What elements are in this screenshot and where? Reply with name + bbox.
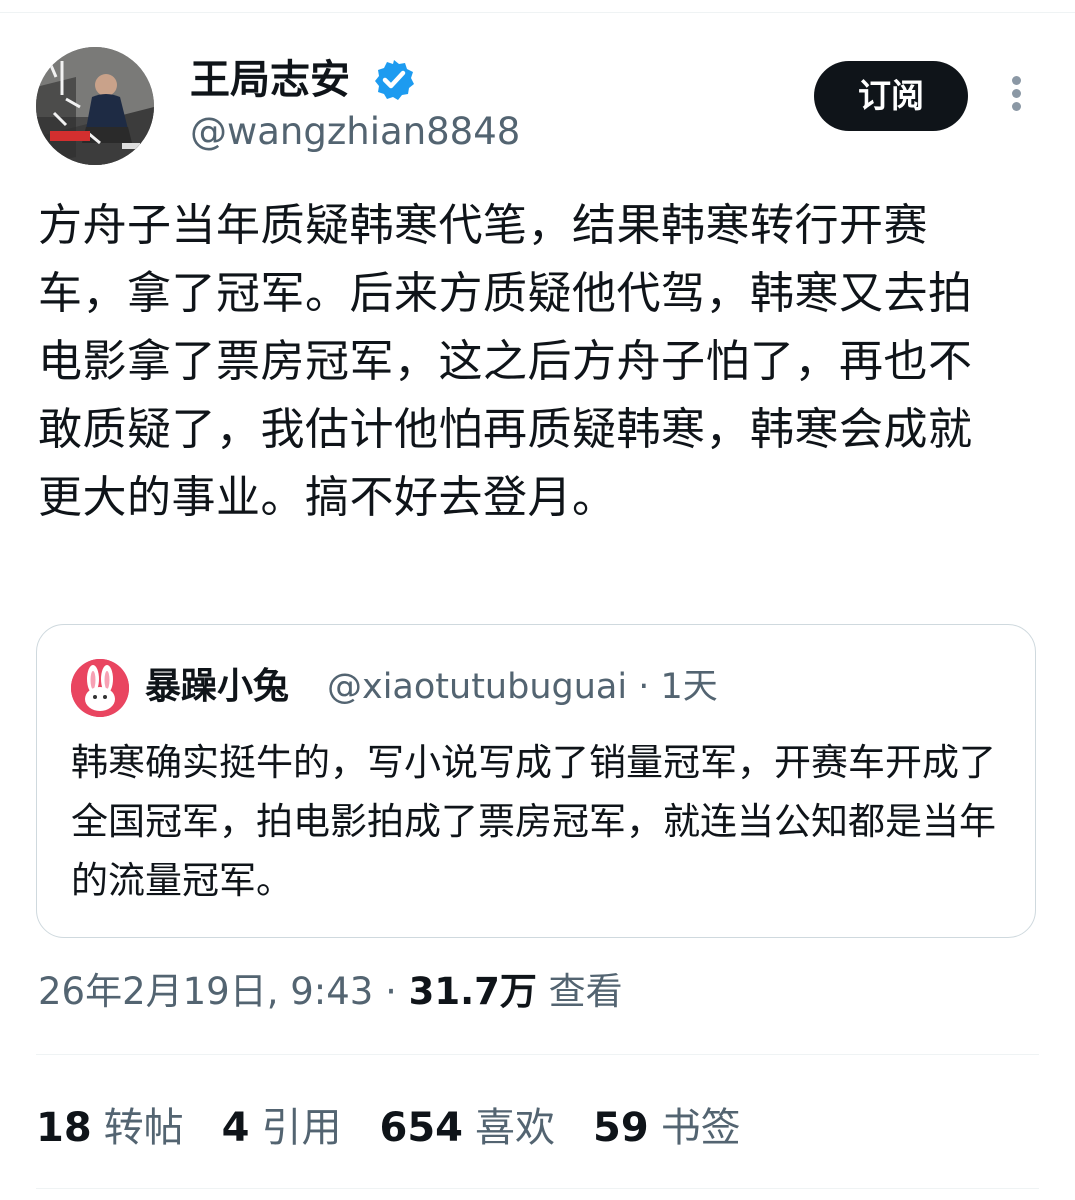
quotes-count: 4 [221,1105,250,1151]
views-label: 查看 [536,970,623,1013]
bookmarks-count: 59 [593,1105,649,1151]
bookmarks-label: 书签 [660,1105,741,1151]
likes-count: 654 [379,1105,464,1151]
subscribe-button[interactable]: 订阅 [814,61,968,131]
quoted-tweet-text: 韩寒确实挺牛的，写小说写成了销量冠军，开赛车开成了全国冠军，拍电影拍成了票房冠军… [71,741,996,902]
divider [36,1054,1039,1055]
tweet-timestamp-row: 26年2月19日, 9:43 · 31.7万 查看 [38,966,623,1018]
quoted-author-name[interactable]: 暴躁小兔 [145,663,289,711]
divider [36,1188,1039,1189]
tweet-timestamp[interactable]: 26年2月19日, 9:43 · [38,970,409,1013]
quoted-tweet-card[interactable]: 暴躁小兔 @xiaotutubuguai · 1天 韩寒确实挺牛的，写小说写成了… [36,624,1036,938]
likes-stat[interactable]: 654 喜欢 [380,1095,556,1153]
tweet-text: 方舟子当年质疑韩寒代笔，结果韩寒转行开赛车，拿了冠军。后来方质疑他代驾，韩寒又去… [38,200,973,523]
bookmarks-stat[interactable]: 59 书签 [593,1095,741,1153]
rabbit-icon [71,659,129,717]
engagement-stats: 18 转帖 4 引用 654 喜欢 59 书签 [36,1096,779,1152]
author-avatar[interactable] [36,47,154,165]
quoted-author-avatar[interactable] [71,659,129,717]
quoted-author-meta[interactable]: @xiaotutubuguai · 1天 [327,663,718,711]
author-handle[interactable]: @wangzhian8848 [190,108,520,156]
verified-badge-icon [375,60,414,100]
quotes-stat[interactable]: 4 引用 [222,1095,342,1153]
author-name[interactable]: 王局志安 [190,54,350,106]
more-options-icon[interactable] [1004,76,1028,116]
retweets-stat[interactable]: 18 转帖 [36,1095,184,1153]
quotes-label: 引用 [261,1105,342,1151]
avatar-photo [36,47,154,165]
views-count: 31.7万 [408,970,537,1013]
retweets-label: 转帖 [103,1105,184,1151]
likes-label: 喜欢 [475,1105,556,1151]
retweets-count: 18 [36,1105,92,1151]
top-divider [0,12,1075,13]
